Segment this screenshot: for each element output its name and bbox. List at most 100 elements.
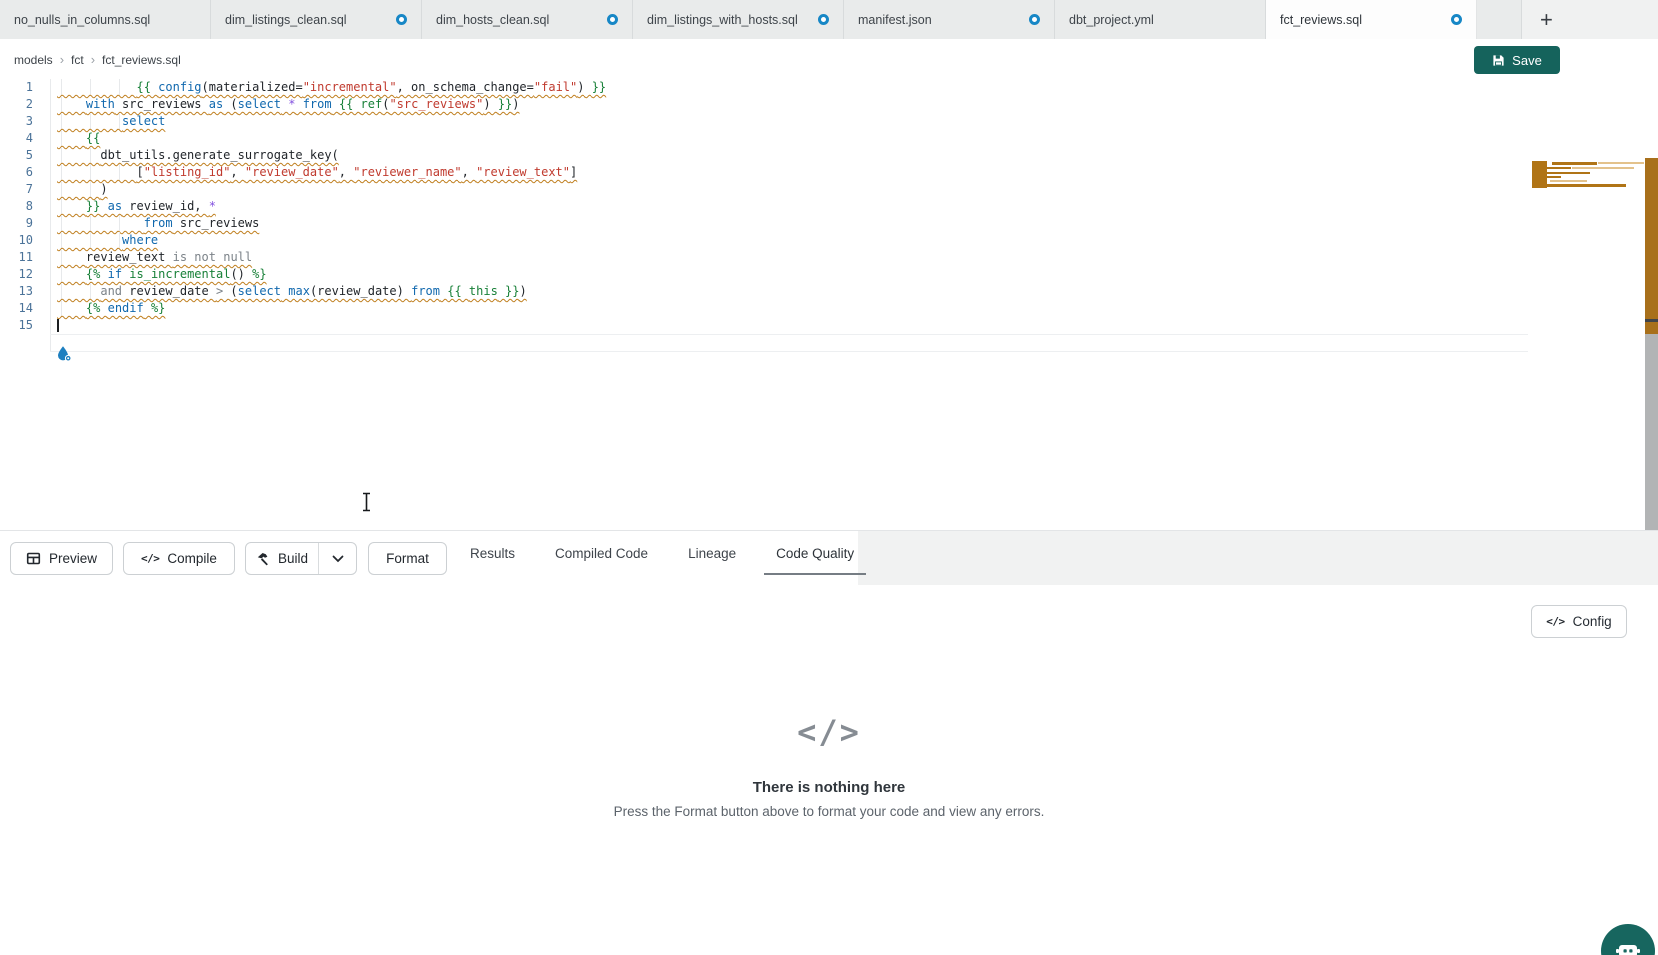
minimap-bar bbox=[1552, 162, 1597, 165]
compile-button[interactable]: </> Compile bbox=[123, 542, 235, 575]
compile-label: Compile bbox=[167, 551, 217, 566]
code-line[interactable]: 2 with src_reviews as (select * from {{ … bbox=[0, 96, 1530, 113]
dbt-ide-window: no_nulls_in_columns.sql dim_listings_clea… bbox=[0, 0, 1658, 955]
line-number: 12 bbox=[0, 266, 33, 283]
file-tab-label: no_nulls_in_columns.sql bbox=[14, 13, 196, 27]
code-text: review_text is not null bbox=[57, 249, 252, 266]
unsaved-changes-dot bbox=[1029, 14, 1040, 25]
code-line[interactable]: 6 ["listing_id", "review_date", "reviewe… bbox=[0, 164, 1530, 181]
line-number: 14 bbox=[0, 300, 33, 317]
code-brackets-icon: </> bbox=[0, 713, 1658, 751]
code-line[interactable]: 14 {% endif %} bbox=[0, 300, 1530, 317]
minimap-bar bbox=[1540, 172, 1590, 174]
code-line[interactable]: 4 {{ bbox=[0, 130, 1530, 147]
line-number: 15 bbox=[0, 317, 33, 334]
code-text: and review_date > (select max(review_dat… bbox=[57, 283, 527, 300]
code-text: ) bbox=[57, 181, 108, 198]
minimap-bar bbox=[1550, 180, 1587, 182]
minimap-bar bbox=[1538, 167, 1571, 169]
file-tab-label: dim_hosts_clean.sql bbox=[436, 13, 599, 27]
line-number: 4 bbox=[0, 130, 33, 147]
unsaved-changes-dot bbox=[1451, 14, 1462, 25]
config-button[interactable]: </> Config bbox=[1531, 605, 1627, 638]
build-button[interactable]: Build bbox=[246, 543, 319, 574]
code-line[interactable]: 1 {{ config(materialized="incremental", … bbox=[0, 79, 1530, 96]
editor-toolbar: Preview </> Compile Build Format Results… bbox=[0, 530, 1658, 585]
code-line[interactable]: 7 ) bbox=[0, 181, 1530, 198]
preview-button[interactable]: Preview bbox=[10, 542, 113, 575]
breadcrumb-separator: › bbox=[91, 52, 95, 67]
breadcrumb-models[interactable]: models bbox=[14, 53, 53, 67]
save-label: Save bbox=[1512, 53, 1542, 68]
panel-tab-strip-bg bbox=[858, 531, 1658, 586]
code-line[interactable]: 11 review_text is not null bbox=[0, 249, 1530, 266]
code-text: {{ bbox=[57, 130, 100, 147]
hammer-icon bbox=[256, 552, 270, 566]
code-line[interactable]: 12 {% if is_incremental() %} bbox=[0, 266, 1530, 283]
file-tab-bar: no_nulls_in_columns.sql dim_listings_clea… bbox=[0, 0, 1658, 39]
panel-tab-results[interactable]: Results bbox=[458, 531, 527, 575]
format-label: Format bbox=[386, 551, 429, 566]
scroll-annotation-ruler[interactable] bbox=[1645, 158, 1658, 569]
code-text: where bbox=[57, 232, 158, 249]
panel-tab-lineage[interactable]: Lineage bbox=[676, 531, 748, 575]
file-tab[interactable]: dim_listings_clean.sql bbox=[211, 0, 422, 39]
text-caret bbox=[57, 319, 59, 332]
code-line[interactable]: 10 where bbox=[0, 232, 1530, 249]
build-split-button: Build bbox=[245, 542, 357, 575]
tab-stub bbox=[1477, 0, 1522, 39]
code-brackets-icon: </> bbox=[141, 552, 159, 565]
code-brackets-icon: </> bbox=[1546, 615, 1564, 628]
ruler-marker bbox=[1645, 319, 1658, 322]
line-number: 10 bbox=[0, 232, 33, 249]
line-number: 3 bbox=[0, 113, 33, 130]
minimap[interactable] bbox=[1532, 159, 1645, 189]
breadcrumb-separator: › bbox=[60, 52, 64, 67]
file-tab[interactable]: fct_reviews.sql bbox=[1266, 0, 1477, 39]
minimap-bar bbox=[1572, 167, 1634, 169]
minimap-bar bbox=[1545, 176, 1561, 178]
build-menu-button[interactable] bbox=[319, 543, 356, 574]
format-button[interactable]: Format bbox=[368, 542, 447, 575]
line-number: 8 bbox=[0, 198, 33, 215]
chevron-down-icon bbox=[332, 555, 344, 563]
empty-state-subtitle: Press the Format button above to format … bbox=[0, 804, 1658, 819]
breadcrumb-fct[interactable]: fct bbox=[71, 53, 84, 67]
line-number: 6 bbox=[0, 164, 33, 181]
code-text: {% endif %} bbox=[57, 300, 165, 317]
code-text: dbt_utils.generate_surrogate_key( bbox=[57, 147, 339, 164]
line-number: 9 bbox=[0, 215, 33, 232]
save-button[interactable]: Save bbox=[1474, 46, 1560, 74]
editor-lines: 1 {{ config(materialized="incremental", … bbox=[0, 79, 1530, 334]
file-tab[interactable]: manifest.json bbox=[844, 0, 1055, 39]
code-line[interactable]: 13 and review_date > (select max(review_… bbox=[0, 283, 1530, 300]
file-tabs: no_nulls_in_columns.sql dim_listings_clea… bbox=[0, 0, 1477, 39]
code-line[interactable]: 5 dbt_utils.generate_surrogate_key( bbox=[0, 147, 1530, 164]
file-tab[interactable]: dbt_project.yml bbox=[1055, 0, 1266, 39]
macro-droplet-icon[interactable] bbox=[56, 345, 73, 362]
code-line[interactable]: 8 }} as review_id, * bbox=[0, 198, 1530, 215]
panel-tab-compiled-code[interactable]: Compiled Code bbox=[543, 531, 660, 575]
robot-icon bbox=[1614, 937, 1642, 955]
file-tab[interactable]: dim_listings_with_hosts.sql bbox=[633, 0, 844, 39]
code-editor[interactable]: 1 {{ config(materialized="incremental", … bbox=[0, 79, 1658, 530]
code-text: from src_reviews bbox=[57, 215, 259, 232]
preview-label: Preview bbox=[49, 551, 97, 566]
new-tab-button[interactable]: + bbox=[1540, 9, 1553, 31]
code-line[interactable]: 3 select bbox=[0, 113, 1530, 130]
panel-tab-code-quality[interactable]: Code Quality bbox=[764, 531, 866, 575]
file-tab[interactable]: dim_hosts_clean.sql bbox=[422, 0, 633, 39]
code-line[interactable]: 15 bbox=[0, 317, 1530, 334]
line-number: 1 bbox=[0, 79, 33, 96]
save-icon bbox=[1492, 54, 1505, 67]
file-tab[interactable]: no_nulls_in_columns.sql bbox=[0, 0, 211, 39]
editor-header: models › fct › fct_reviews.sql Save bbox=[0, 39, 1658, 80]
file-tab-label: manifest.json bbox=[858, 13, 1021, 27]
breadcrumb-file[interactable]: fct_reviews.sql bbox=[102, 53, 181, 67]
code-text: }} as review_id, * bbox=[57, 198, 216, 215]
code-quality-panel: </> Config </> There is nothing here Pre… bbox=[0, 585, 1658, 955]
minimap-bar bbox=[1598, 162, 1644, 164]
line-number: 5 bbox=[0, 147, 33, 164]
code-line[interactable]: 9 from src_reviews bbox=[0, 215, 1530, 232]
file-tab-label: dbt_project.yml bbox=[1069, 13, 1251, 27]
